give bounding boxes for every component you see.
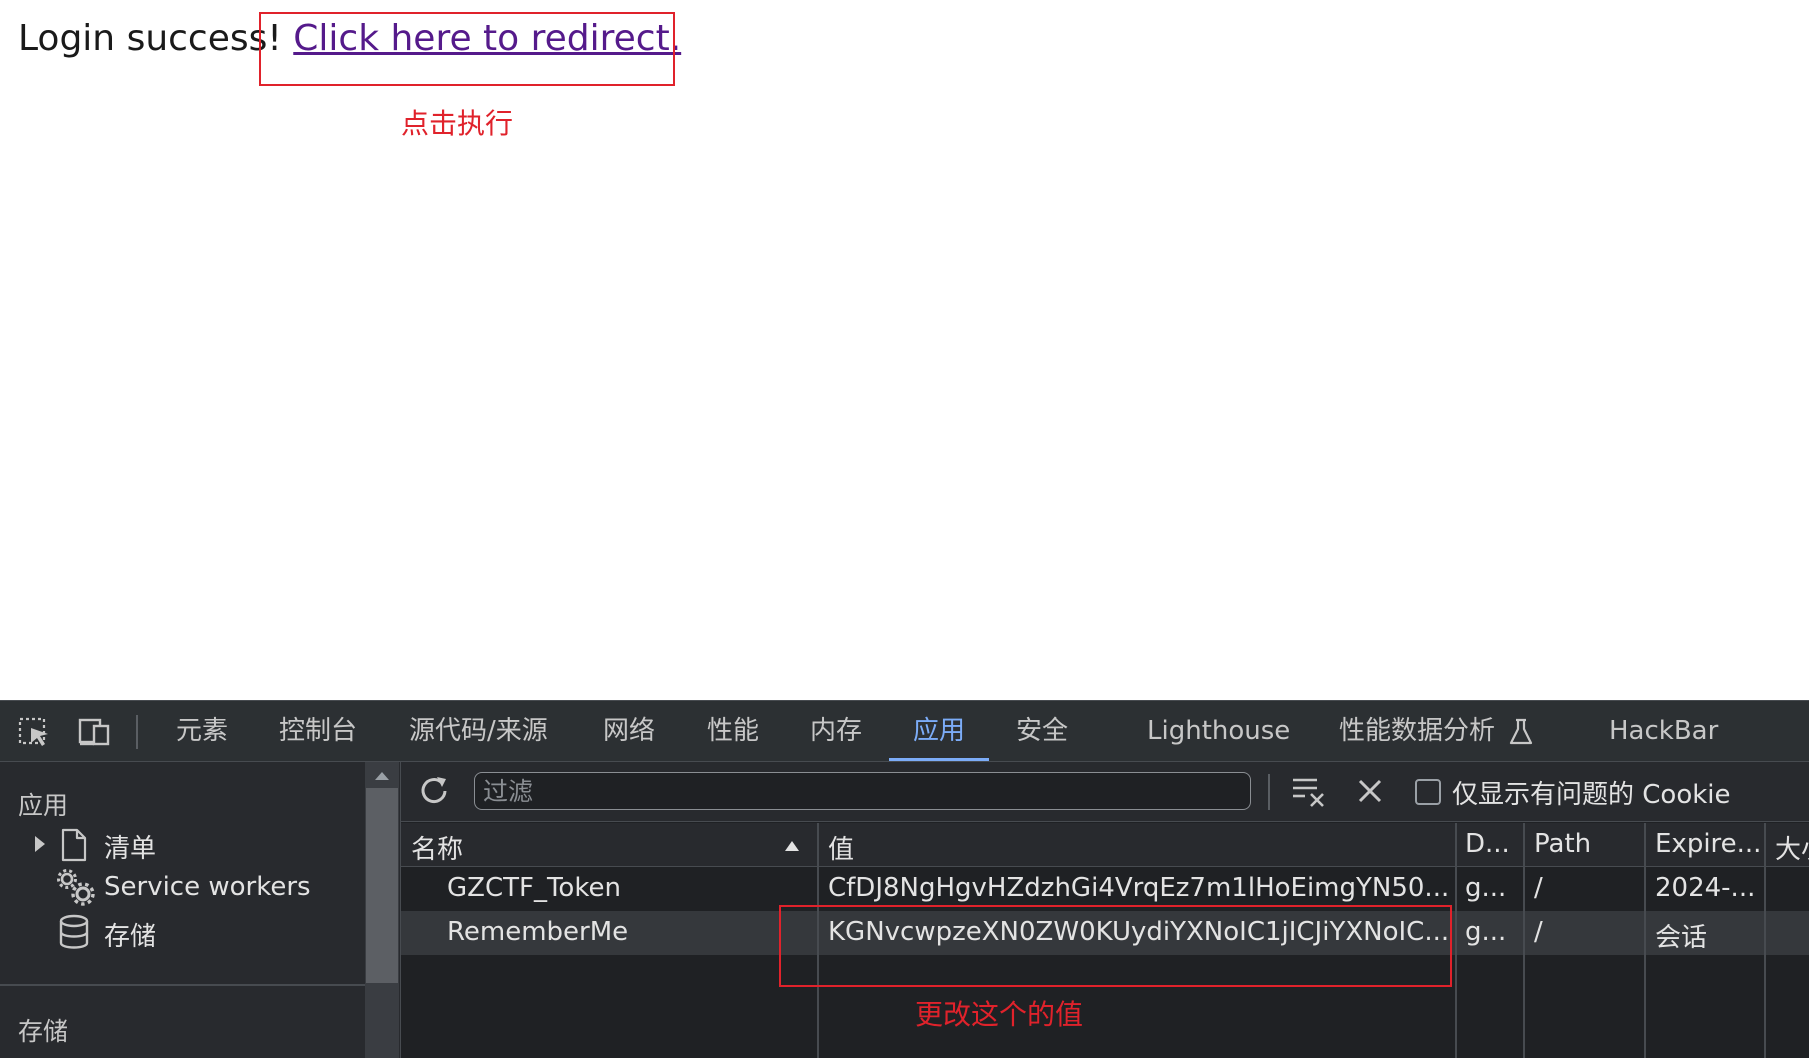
cookies-toolbar: 仅显示有问题的 Cookie [401, 762, 1809, 822]
column-divider[interactable] [1523, 823, 1525, 1058]
table-header-row: 名称 值 D... Path Expire... 大小 [401, 823, 1809, 867]
sort-ascending-icon[interactable] [783, 839, 801, 853]
column-header-name[interactable]: 名称 [411, 829, 463, 866]
toolbar-separator [1268, 774, 1270, 810]
login-success-text: Login success! [18, 18, 282, 59]
column-divider[interactable] [1764, 823, 1766, 1058]
tab-performance[interactable]: 性能 [707, 701, 759, 761]
sidebar-divider [0, 984, 365, 986]
sidebar-heading-storage: 存储 [18, 1017, 69, 1046]
annotation-box-value [779, 905, 1452, 987]
sidebar-scroll-thumb[interactable] [366, 788, 398, 983]
tab-memory[interactable]: 内存 [810, 701, 862, 761]
tab-console[interactable]: 控制台 [279, 701, 357, 761]
cookie-path: / [1534, 917, 1543, 947]
refresh-icon[interactable] [416, 773, 452, 809]
tab-performance-insights[interactable]: 性能数据分析 [1339, 701, 1495, 761]
column-header-domain[interactable]: D... [1465, 829, 1510, 859]
cookie-expires: 会话 [1655, 923, 1708, 953]
column-header-size[interactable]: 大小 [1775, 829, 1809, 866]
sidebar-heading-application: 应用 [18, 791, 69, 820]
tab-security[interactable]: 安全 [1016, 701, 1068, 761]
gears-icon [57, 869, 95, 906]
scroll-up-icon[interactable] [373, 770, 391, 782]
sidebar-item-label: 存储 [104, 922, 157, 952]
sidebar-item-label: Service workers [104, 872, 311, 902]
device-toggle-icon[interactable] [78, 716, 112, 748]
only-issues-checkbox[interactable] [1415, 779, 1441, 805]
tab-sources[interactable]: 源代码/来源 [409, 701, 548, 761]
database-icon [59, 914, 89, 949]
flask-icon [1509, 718, 1533, 745]
cookie-domain: g... [1465, 917, 1507, 947]
cookie-value: CfDJ8NgHgvHZdzhGi4VrqEz7m1lHoEimgYN50... [828, 873, 1448, 903]
column-header-value[interactable]: 值 [828, 829, 854, 866]
column-header-path[interactable]: Path [1534, 829, 1591, 859]
application-sidebar: 应用 清单 Service workers 存储 存储 [0, 762, 365, 1058]
filter-input[interactable] [474, 772, 1251, 810]
cookie-path: / [1534, 873, 1543, 903]
tab-hackbar[interactable]: HackBar [1609, 701, 1718, 761]
sidebar-item-label: 清单 [104, 834, 157, 864]
annotation-box-link [259, 12, 675, 86]
devtools-panel: 元素 控制台 源代码/来源 网络 性能 内存 应用 安全 Lighthouse … [0, 700, 1809, 1058]
cookie-name: RememberMe [447, 917, 629, 947]
expand-arrow-icon[interactable] [32, 834, 48, 854]
cookie-name: GZCTF_Token [447, 873, 621, 903]
cookie-expires: 2024-... [1655, 873, 1756, 903]
tab-network[interactable]: 网络 [603, 701, 655, 761]
tab-application[interactable]: 应用 [888, 701, 990, 761]
tab-lighthouse[interactable]: Lighthouse [1147, 701, 1290, 761]
only-issues-label: 仅显示有问题的 Cookie [1452, 780, 1731, 810]
tab-elements[interactable]: 元素 [176, 701, 228, 761]
devtools-tabbar: 元素 控制台 源代码/来源 网络 性能 内存 应用 安全 Lighthouse … [0, 700, 1809, 762]
tabbar-separator [136, 715, 138, 749]
web-page: Login success! Click here to redirect. 点… [0, 0, 1809, 700]
inspect-element-icon[interactable] [18, 716, 52, 748]
clear-all-icon[interactable] [1291, 774, 1327, 808]
annotation-click-text: 点击执行 [401, 107, 514, 140]
document-icon [61, 828, 87, 862]
column-divider[interactable] [1644, 823, 1646, 1058]
cookie-domain: g... [1465, 873, 1507, 903]
annotation-change-text: 更改这个的值 [915, 998, 1084, 1031]
close-icon[interactable] [1356, 777, 1384, 805]
column-divider[interactable] [1455, 823, 1457, 1058]
column-header-expires[interactable]: Expire... [1655, 829, 1761, 859]
